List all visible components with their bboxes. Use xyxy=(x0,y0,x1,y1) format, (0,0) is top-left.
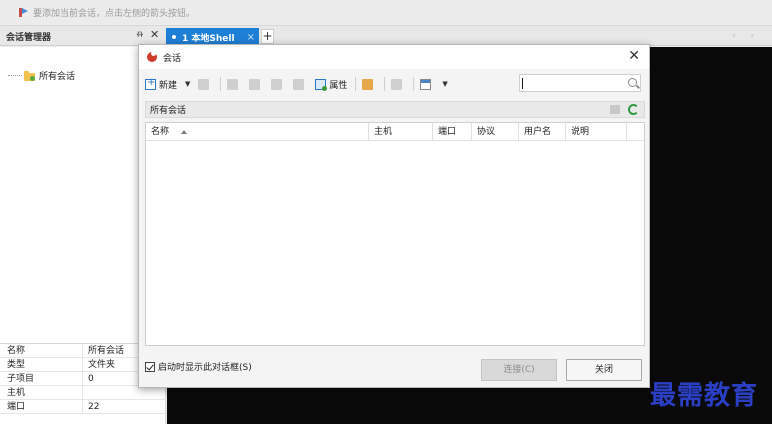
session-manager-title: 会话管理器 xyxy=(6,33,52,43)
paste-button[interactable] xyxy=(271,78,285,90)
new-session-icon xyxy=(145,77,156,90)
layout-dropdown-icon[interactable]: ▼ xyxy=(442,80,447,88)
column-header-protocol[interactable]: 协议 xyxy=(472,123,519,141)
tree-connector xyxy=(8,75,22,76)
hint-bar: 要添加当前会话，点击左侧的箭头按钮。 xyxy=(0,0,772,26)
tab-local-shell-label: 1 本地Shell xyxy=(182,33,235,44)
property-value xyxy=(83,386,88,399)
search-sessions-icon xyxy=(198,78,210,90)
property-key: 主机 xyxy=(0,386,83,399)
column-header-label: 协议 xyxy=(477,127,496,137)
property-row: 主机 xyxy=(0,386,166,400)
properties-button-label: 属性 xyxy=(329,80,348,91)
open-folder-icon xyxy=(362,78,374,90)
delete-icon xyxy=(293,78,305,90)
refresh-icon[interactable] xyxy=(628,104,639,115)
connect-button[interactable]: 连接(C) xyxy=(481,359,557,381)
parent-folder-icon[interactable] xyxy=(610,105,620,114)
properties-icon xyxy=(315,78,328,91)
toolbar-separator xyxy=(220,77,222,91)
tab-close-icon[interactable]: × xyxy=(247,32,255,43)
cut-icon xyxy=(227,78,239,90)
search-sessions-button[interactable] xyxy=(198,78,212,90)
property-value: 所有会话 xyxy=(88,346,125,356)
hint-text: 要添加当前会话，点击左侧的箭头按钮。 xyxy=(33,9,196,19)
column-header-port[interactable]: 端口 xyxy=(433,123,472,141)
property-key: 子项目 xyxy=(0,372,83,385)
show-on-startup-checkbox[interactable]: 启动时显示此对话框(S) xyxy=(145,360,252,373)
session-list-header: 名称 主机 端口 协议 用户名 说明 xyxy=(146,123,644,141)
details-view-icon xyxy=(391,78,403,90)
column-header-label: 用户名 xyxy=(524,127,552,137)
dialog-title-bar: 会话 ✕ xyxy=(139,45,649,69)
checkbox-checked-icon[interactable] xyxy=(145,361,155,372)
new-button-label: 新建 xyxy=(159,80,178,91)
new-dropdown-icon[interactable]: ▼ xyxy=(185,80,190,88)
column-header-label: 名称 xyxy=(151,127,170,137)
new-button[interactable]: 新建 xyxy=(145,77,178,91)
folder-icon xyxy=(24,70,35,81)
window-layout-button[interactable] xyxy=(420,78,434,90)
delete-button[interactable] xyxy=(293,78,307,90)
tab-status-dot-icon xyxy=(172,35,176,39)
column-header-description[interactable]: 说明 xyxy=(566,123,627,141)
property-key: 端口 xyxy=(0,400,83,413)
session-manager-close-icon[interactable]: ✕ xyxy=(150,28,159,41)
paste-icon xyxy=(271,78,283,90)
pin-icon[interactable]: ᵰ xyxy=(137,29,143,40)
property-value: 0 xyxy=(88,374,94,384)
toolbar-separator xyxy=(413,77,415,91)
property-key: 名称 xyxy=(0,344,83,357)
path-bar: 所有会话 xyxy=(145,101,645,118)
toolbar-separator xyxy=(384,77,386,91)
column-header-label: 说明 xyxy=(571,127,590,137)
tab-strip: 会话管理器 ᵰ ✕ 1 本地Shell × + ‹ › xyxy=(0,26,772,46)
text-caret xyxy=(522,78,523,89)
column-header-host[interactable]: 主机 xyxy=(369,123,433,141)
folder-badge-icon xyxy=(30,75,35,81)
sort-asc-icon xyxy=(181,129,188,134)
column-header-label: 端口 xyxy=(438,127,457,137)
details-view-button[interactable] xyxy=(391,78,405,90)
show-on-startup-label: 启动时显示此对话框(S) xyxy=(158,363,252,373)
window-layout-icon xyxy=(420,78,432,90)
copy-icon xyxy=(249,78,261,90)
tree-item-all-sessions[interactable]: 所有会话 xyxy=(8,69,75,82)
add-tab-button[interactable]: + xyxy=(261,29,274,44)
properties-button[interactable]: 属性 xyxy=(315,78,347,91)
tab-nav-arrows-icon[interactable]: ‹ › xyxy=(732,31,760,41)
session-dialog: 会话 ✕ 新建 ▼ 属性 ▼ 所有会话 xyxy=(138,44,650,388)
path-label: 所有会话 xyxy=(150,106,187,116)
cut-button[interactable] xyxy=(227,78,241,90)
search-icon[interactable] xyxy=(628,78,637,87)
column-header-label: 主机 xyxy=(374,127,393,137)
property-row: 端口 22 xyxy=(0,400,166,414)
dialog-close-icon[interactable]: ✕ xyxy=(628,48,640,64)
dialog-title: 会话 xyxy=(163,53,182,64)
tree-item-label: 所有会话 xyxy=(39,72,76,82)
property-key: 类型 xyxy=(0,358,83,371)
add-session-arrow-icon[interactable] xyxy=(18,7,28,18)
close-button[interactable]: 关闭 xyxy=(566,359,642,381)
session-search-input[interactable] xyxy=(519,74,641,92)
watermark-logo: 最需教育 xyxy=(650,381,759,411)
copy-button[interactable] xyxy=(249,78,263,90)
column-header-username[interactable]: 用户名 xyxy=(519,123,566,141)
session-list: 名称 主机 端口 协议 用户名 说明 xyxy=(145,122,645,346)
app-logo-icon xyxy=(147,51,157,62)
open-folder-button[interactable] xyxy=(362,78,376,90)
property-value: 22 xyxy=(88,402,100,412)
column-header-name[interactable]: 名称 xyxy=(146,123,369,141)
toolbar-separator xyxy=(355,77,357,91)
property-value: 文件夹 xyxy=(88,360,116,370)
